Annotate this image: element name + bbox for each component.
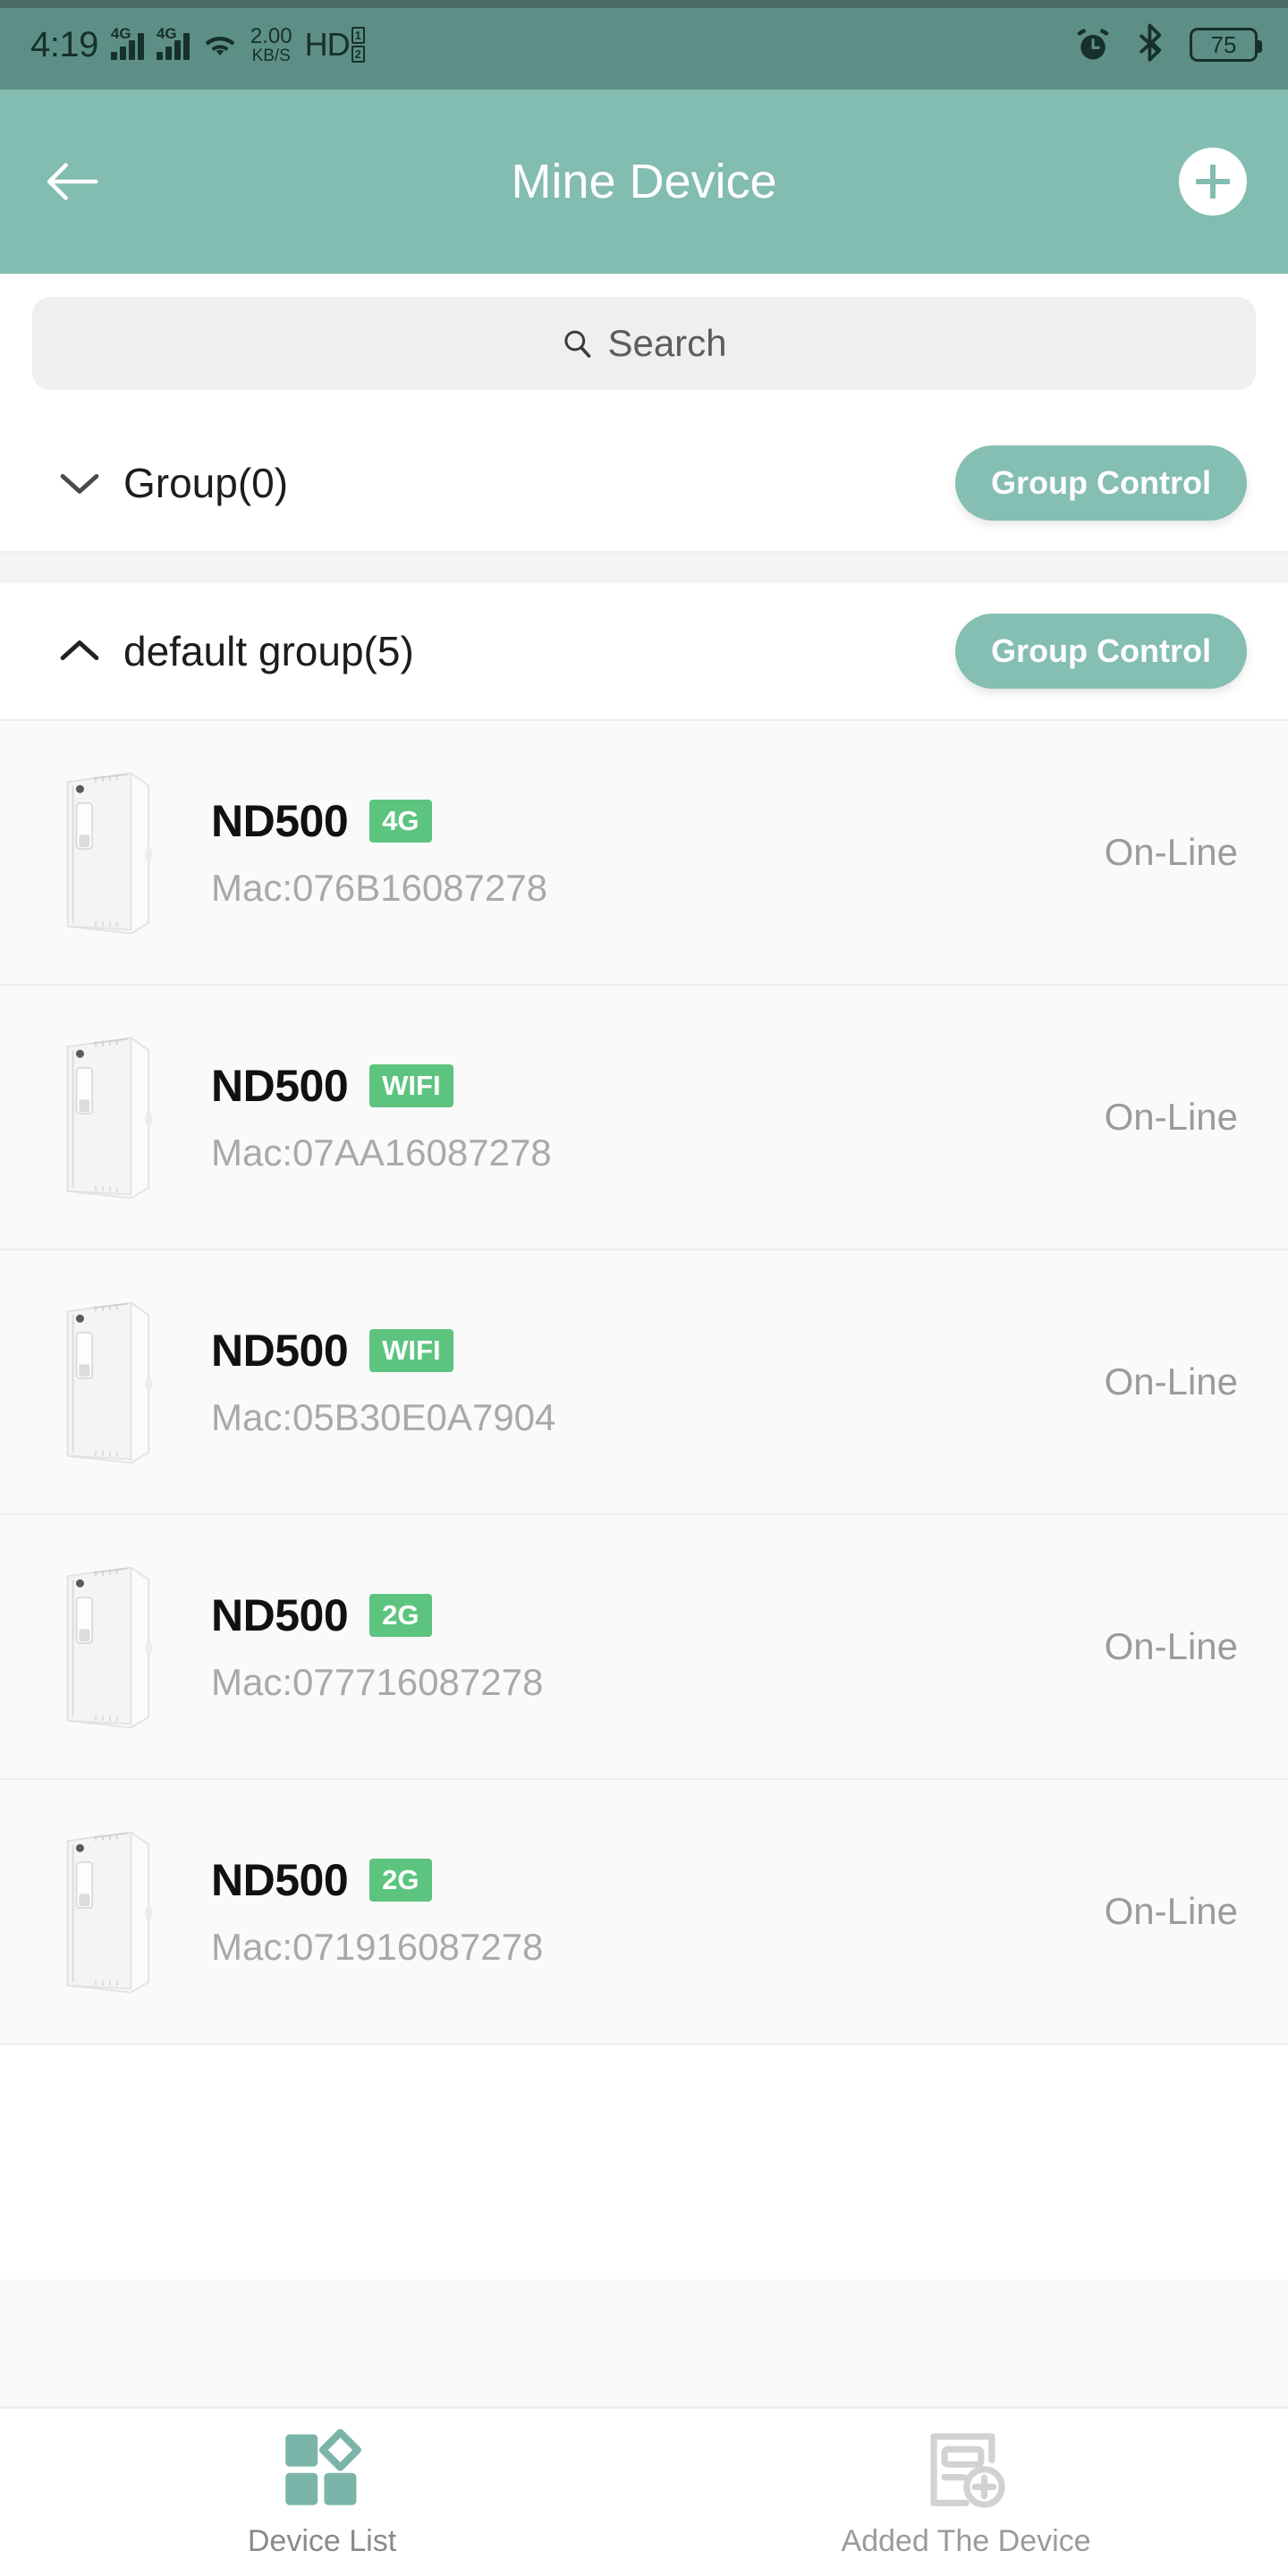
- group-name: default group(5): [123, 628, 414, 674]
- device-connection-badge: 2G: [369, 1594, 432, 1637]
- nav-item-device-list[interactable]: Device List: [0, 2426, 644, 2559]
- group-name: Group(0): [123, 460, 289, 506]
- device-mac: Mac:05B30E0A7904: [211, 1396, 556, 1438]
- app-bar: Mine Device: [0, 89, 1288, 274]
- search-icon: [564, 330, 591, 358]
- table-row[interactable]: ND500 4G Mac:076B16087278 On-Line: [0, 721, 1288, 986]
- device-status: On-Line: [1104, 1096, 1238, 1138]
- device-name: ND500: [211, 1326, 349, 1376]
- device-name: ND500: [211, 796, 349, 846]
- device-list: ND500 4G Mac:076B16087278 On-Line ND500 …: [0, 721, 1288, 2045]
- app-screen: 4:19 4G 4G 2.00 KB/S HD 1 2 75 Mine Devi…: [0, 0, 1288, 2576]
- sim-slot-indicator: 1 2: [351, 27, 365, 63]
- device-mac: Mac:077716087278: [211, 1661, 544, 1703]
- device-mac: Mac:076B16087278: [211, 867, 547, 909]
- battery-level: 75: [1210, 30, 1237, 58]
- device-info: ND500 2G Mac:071916087278: [211, 1854, 543, 1969]
- chevron-up-icon[interactable]: [55, 636, 104, 666]
- add-device-button[interactable]: [1179, 148, 1247, 216]
- table-row[interactable]: ND500 WIFI Mac:05B30E0A7904 On-Line: [0, 1250, 1288, 1515]
- device-info: ND500 2G Mac:077716087278: [211, 1589, 543, 1704]
- device-thumbnail-icon: [66, 1566, 153, 1729]
- cellular-signal-2-icon: 4G: [156, 26, 190, 60]
- data-speed-value: 2.00: [250, 23, 292, 48]
- nav-label: Added The Device: [841, 2524, 1091, 2558]
- group-control-button[interactable]: Group Control: [955, 445, 1247, 521]
- data-speed-indicator: 2.00 KB/S: [250, 23, 292, 65]
- search-section: Search: [0, 274, 1288, 415]
- device-status: On-Line: [1104, 831, 1238, 873]
- device-status: On-Line: [1104, 1890, 1238, 1932]
- empty-space: [0, 2045, 1288, 2279]
- device-title-row: ND500 4G: [211, 795, 547, 847]
- group-row-expanded[interactable]: default group(5) Group Control: [0, 583, 1288, 721]
- battery-indicator: 75: [1190, 28, 1262, 62]
- hd-label: HD: [304, 26, 351, 63]
- device-connection-badge: 4G: [369, 800, 432, 843]
- back-arrow-icon[interactable]: [41, 158, 100, 205]
- status-time: 4:19: [30, 24, 98, 64]
- wifi-icon: [205, 37, 235, 56]
- device-title-row: ND500 2G: [211, 1589, 543, 1641]
- sim-slot-2: 2: [351, 46, 365, 63]
- nav-item-added-the-device[interactable]: Added The Device: [644, 2426, 1288, 2559]
- hd-voice-indicator: HD 1 2: [305, 26, 365, 64]
- device-list-icon: [285, 2428, 361, 2505]
- table-row[interactable]: ND500 2G Mac:071916087278 On-Line: [0, 1780, 1288, 2045]
- status-bar: 4:19 4G 4G 2.00 KB/S HD 1 2 75: [0, 0, 1288, 89]
- device-connection-badge: WIFI: [369, 1064, 453, 1107]
- device-status: On-Line: [1104, 1360, 1238, 1402]
- add-device-icon: [930, 2433, 1005, 2508]
- device-connection-badge: WIFI: [369, 1329, 453, 1372]
- device-title-row: ND500 WIFI: [211, 1060, 552, 1112]
- device-title-row: ND500 2G: [211, 1854, 543, 1906]
- nav-label: Device List: [247, 2524, 397, 2558]
- bluetooth-icon: [1140, 23, 1162, 62]
- device-name: ND500: [211, 1061, 349, 1111]
- search-placeholder: Search: [607, 322, 727, 364]
- device-thumbnail-icon: [66, 772, 153, 935]
- page-title: Mine Device: [511, 155, 777, 208]
- status-bar-left: 4:19 4G 4G 2.00 KB/S HD 1 2: [30, 25, 365, 65]
- group-row-collapsed[interactable]: Group(0) Group Control: [0, 415, 1288, 553]
- device-thumbnail-icon: [66, 1301, 153, 1464]
- table-row[interactable]: ND500 2G Mac:077716087278 On-Line: [0, 1515, 1288, 1780]
- device-mac: Mac:07AA16087278: [211, 1131, 552, 1174]
- device-name: ND500: [211, 1590, 349, 1640]
- device-thumbnail-icon: [66, 1831, 153, 1994]
- group-control-button[interactable]: Group Control: [955, 614, 1247, 689]
- search-input[interactable]: Search: [32, 297, 1256, 390]
- device-mac: Mac:071916087278: [211, 1926, 544, 1968]
- network-type-label-1: 4G: [110, 25, 131, 42]
- sim-slot-1: 1: [351, 27, 365, 44]
- device-thumbnail-icon: [66, 1037, 153, 1199]
- device-info: ND500 4G Mac:076B16087278: [211, 795, 547, 910]
- device-connection-badge: 2G: [369, 1859, 432, 1902]
- alarm-clock-icon: [1077, 29, 1109, 60]
- chevron-down-icon[interactable]: [55, 468, 104, 498]
- bottom-navigation: Device List Added The Device: [0, 2406, 1288, 2576]
- device-status: On-Line: [1104, 1625, 1238, 1667]
- data-speed-unit: KB/S: [251, 46, 291, 65]
- device-info: ND500 WIFI Mac:07AA16087278: [211, 1060, 552, 1174]
- device-info: ND500 WIFI Mac:05B30E0A7904: [211, 1325, 555, 1439]
- device-title-row: ND500 WIFI: [211, 1325, 555, 1377]
- network-type-label-2: 4G: [156, 25, 177, 42]
- status-bar-right: 75: [1073, 23, 1262, 66]
- table-row[interactable]: ND500 WIFI Mac:07AA16087278 On-Line: [0, 986, 1288, 1250]
- section-divider: [0, 553, 1288, 583]
- cellular-signal-1-icon: 4G: [110, 26, 144, 60]
- device-name: ND500: [211, 1855, 349, 1905]
